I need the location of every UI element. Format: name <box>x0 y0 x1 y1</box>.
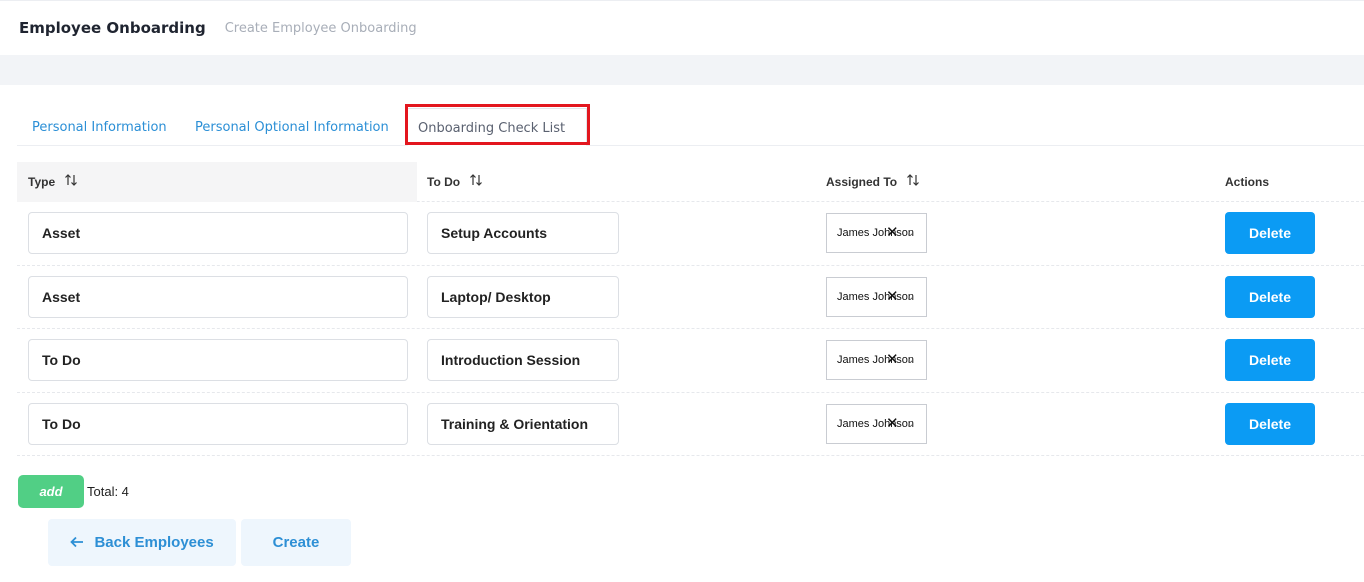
back-employees-button[interactable]: Back Employees <box>48 519 236 566</box>
add-row-button[interactable]: add <box>18 475 84 508</box>
chevron-down-icon[interactable]: ⌄ <box>906 406 914 443</box>
assigned-to-select[interactable]: James Johnson ✕ ⌄ <box>826 276 927 317</box>
page-title: Employee Onboarding <box>19 19 206 37</box>
delete-button[interactable]: Delete <box>1225 402 1315 445</box>
todo-input[interactable]: Laptop/ Desktop <box>427 275 619 318</box>
create-button[interactable]: Create <box>241 519 351 566</box>
table-header: Type To Do Assigned To Actions <box>17 162 1364 202</box>
close-icon[interactable]: ✕ <box>886 405 899 443</box>
sort-arrows-icon[interactable] <box>906 163 920 203</box>
chevron-down-icon[interactable]: ⌄ <box>906 342 914 379</box>
close-icon[interactable]: ✕ <box>886 278 899 316</box>
delete-button[interactable]: Delete <box>1225 339 1315 381</box>
assigned-to-value: James Johnson <box>837 354 915 366</box>
type-input[interactable]: To Do <box>28 339 408 381</box>
type-input[interactable]: Asset <box>28 212 408 254</box>
todo-input[interactable]: Training & Orientation <box>427 402 619 445</box>
assigned-to-value: James Johnson <box>837 417 915 430</box>
assigned-to-value: James Johnson <box>837 290 915 303</box>
assigned-to-select[interactable]: James Johnson ✕ ⌄ <box>826 340 927 380</box>
assigned-to-value: James Johnson <box>837 227 915 239</box>
arrow-left-icon <box>70 534 94 551</box>
page-header: Employee Onboarding Create Employee Onbo… <box>0 0 1364 55</box>
todo-input[interactable]: Setup Accounts <box>427 212 619 254</box>
sort-arrows-icon[interactable] <box>469 163 483 203</box>
breadcrumb[interactable]: Create Employee Onboarding <box>225 21 417 36</box>
chevron-down-icon[interactable]: ⌄ <box>906 215 914 252</box>
tab-personal-optional-information[interactable]: Personal Optional Information <box>195 108 389 146</box>
table-row: Asset Laptop/ Desktop James Johnson ✕ ⌄ … <box>17 266 1364 329</box>
column-header-assigned-to[interactable]: Assigned To <box>826 162 920 202</box>
column-header-type[interactable]: Type <box>17 162 417 202</box>
column-header-todo[interactable]: To Do <box>427 162 483 202</box>
type-input[interactable]: To Do <box>28 402 408 445</box>
table-row: Asset Setup Accounts James Johnson ✕ ⌄ D… <box>17 202 1364 266</box>
header-band <box>0 55 1364 85</box>
todo-input[interactable]: Introduction Session <box>427 339 619 381</box>
tab-personal-information[interactable]: Personal Information <box>32 108 167 146</box>
sort-arrows-icon[interactable] <box>64 163 78 203</box>
assigned-to-select[interactable]: James Johnson ✕ ⌄ <box>826 403 927 444</box>
tab-bar: Personal Information Personal Optional I… <box>17 108 1364 146</box>
table-row: To Do Introduction Session James Johnson… <box>17 329 1364 393</box>
close-icon[interactable]: ✕ <box>886 214 899 252</box>
checklist-table: Type To Do Assigned To Actions Asset Set… <box>17 162 1364 456</box>
close-icon[interactable]: ✕ <box>886 341 899 379</box>
total-count: Total: 4 <box>87 484 129 499</box>
assigned-to-select[interactable]: James Johnson ✕ ⌄ <box>826 213 927 253</box>
column-header-actions: Actions <box>1225 175 1270 189</box>
type-input[interactable]: Asset <box>28 275 408 318</box>
table-row: To Do Training & Orientation James Johns… <box>17 393 1364 456</box>
back-employees-label: Back Employees <box>94 534 214 551</box>
delete-button[interactable]: Delete <box>1225 212 1315 254</box>
delete-button[interactable]: Delete <box>1225 275 1315 318</box>
chevron-down-icon[interactable]: ⌄ <box>906 279 914 316</box>
tab-onboarding-check-list[interactable]: Onboarding Check List <box>407 108 587 146</box>
